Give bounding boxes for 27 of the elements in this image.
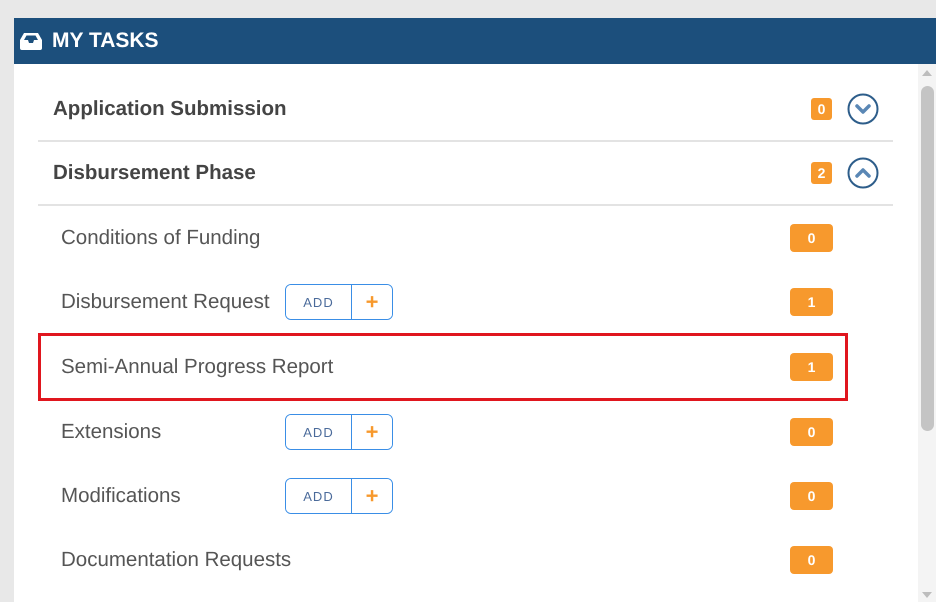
add-button[interactable]: ADD xyxy=(286,415,352,449)
task-link[interactable]: Modifications xyxy=(61,482,285,510)
count-badge: 0 xyxy=(790,224,833,252)
count-badge: 0 xyxy=(790,546,833,574)
task-link[interactable]: Semi-Annual Progress Report xyxy=(61,354,334,380)
count-badge: 1 xyxy=(790,353,833,381)
inbox-icon xyxy=(20,32,42,50)
scroll-thumb[interactable] xyxy=(920,86,934,431)
scroll-down-icon[interactable] xyxy=(922,592,932,598)
task-link[interactable]: Conditions of Funding xyxy=(61,224,285,252)
count-badge: 0 xyxy=(790,418,833,446)
expand-icon[interactable] xyxy=(847,93,879,125)
scroll-up-icon[interactable] xyxy=(922,70,932,76)
task-link[interactable]: Disbursement Request xyxy=(61,288,285,316)
count-badge: 1 xyxy=(790,288,833,316)
count-badge: 0 xyxy=(790,482,833,510)
panel-title: MY TASKS xyxy=(52,29,159,53)
add-button[interactable]: ADD xyxy=(286,479,352,513)
section-title[interactable]: Disbursement Phase xyxy=(53,160,811,186)
collapse-icon[interactable] xyxy=(847,157,879,189)
count-badge: 0 xyxy=(811,98,832,120)
scrollbar[interactable] xyxy=(918,64,936,602)
task-link[interactable]: Documentation Requests xyxy=(61,546,292,574)
add-button[interactable]: ADD xyxy=(286,285,352,319)
task-link[interactable]: Extensions xyxy=(61,418,285,446)
section-title[interactable]: Application Submission xyxy=(53,96,811,122)
count-badge: 2 xyxy=(811,162,832,184)
